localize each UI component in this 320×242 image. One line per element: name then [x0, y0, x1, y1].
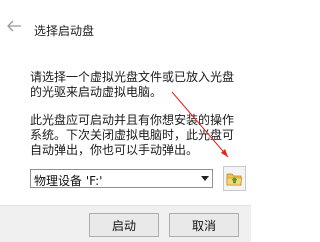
cancel-button[interactable]: 取消: [169, 213, 239, 237]
drive-select[interactable]: 物理设备 'F:': [30, 169, 213, 188]
folder-icon: [226, 173, 243, 186]
start-button[interactable]: 启动: [89, 213, 159, 237]
choose-disk-file-button[interactable]: [223, 166, 246, 191]
dialog-header: 选择启动盘: [0, 0, 251, 46]
info-text: 此光盘应可启动并且有你想安装的操作系统。下次关闭虚拟电脑时，此光盘可自动弹出，你…: [30, 113, 235, 157]
instruction-text: 请选择一个虚拟光盘文件或已放入光盘的光驱来启动虚拟电脑。: [30, 70, 235, 99]
dropdown-triangle-icon[interactable]: [198, 170, 212, 187]
back-arrow-icon[interactable]: [6, 20, 22, 32]
dialog-window: 选择启动盘 请选择一个虚拟光盘文件或已放入光盘的光驱来启动虚拟电脑。 此光盘应可…: [0, 0, 251, 242]
drive-select-value: 物理设备 'F:': [34, 174, 103, 188]
dialog-title: 选择启动盘: [34, 24, 95, 38]
